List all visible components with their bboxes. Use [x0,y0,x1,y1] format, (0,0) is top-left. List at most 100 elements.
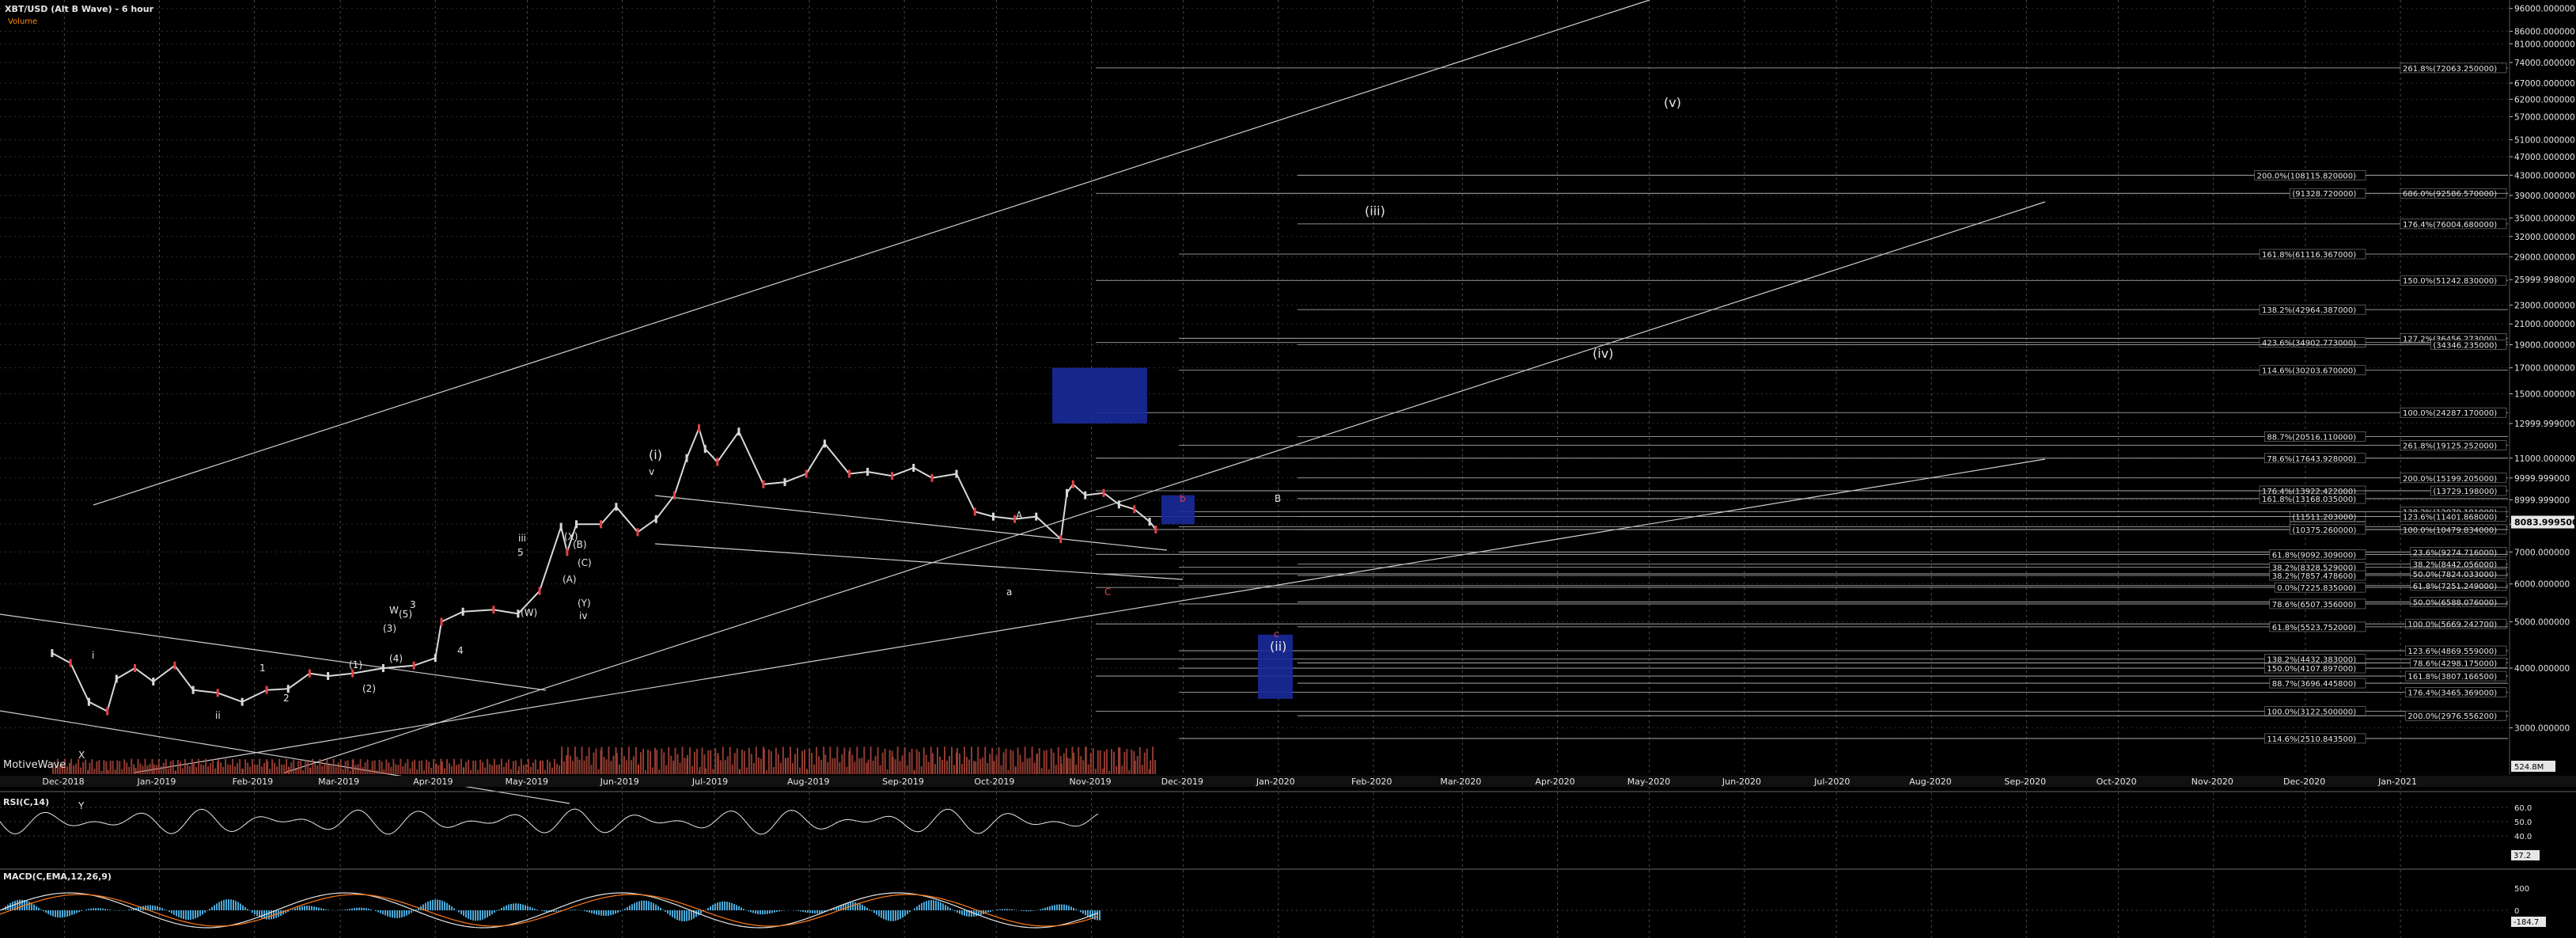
volume-bar [841,754,843,774]
time-axis-label: Dec-2020 [2283,777,2325,787]
volume-bar [993,761,995,774]
macd-histogram-bar [26,900,28,910]
time-axis-label: Feb-2020 [1351,777,1392,787]
volume-bar [922,747,925,774]
macd-histogram-bar [470,910,472,920]
volume-bar [640,752,642,774]
macd-histogram-bar [237,902,239,910]
volume-bar [512,761,514,774]
volume-bar [1014,766,1017,774]
macd-histogram-bar [762,910,763,915]
price-candle [1084,491,1087,499]
macd-histogram-bar [78,910,80,913]
volume-bar [937,746,938,774]
macd-histogram-bar [987,910,989,913]
macd-histogram-bar [684,910,685,921]
fib-level-label: (13729.198000) [2433,488,2497,496]
price-axis-label: 74000.000000 [2514,59,2575,68]
fib-level-label: 61.8%(7251.249000) [2413,583,2497,591]
wave-label: ii [215,710,221,721]
price-axis-label: 29000.000000 [2514,253,2575,263]
volume-bar [866,762,868,774]
volume-bar [542,760,544,774]
motivewave-label: MotiveWave [3,759,66,771]
fib-level-label: 38.2%(7857.478600) [2272,572,2356,581]
time-axis[interactable]: Dec-2018 Jan-2019 Feb-2019 Mar-2019 Apr-2019… [0,776,2576,787]
fib-level-label: 78.6%(17643.928000) [2267,455,2356,464]
volume-bar [305,759,307,774]
volume-bar [638,765,639,774]
volume-bar [472,760,475,774]
macd-histogram-bar [774,910,775,913]
macd-histogram-bar [617,910,619,913]
volume-bar [1126,749,1128,774]
wave-label: v [649,466,654,477]
macd-histogram-bar [738,906,740,910]
macd-histogram-bar [439,899,441,910]
volume-bar [877,746,879,774]
volume-bar [342,769,344,774]
last-price-label: 8083.999500 [2514,518,2576,528]
volume-bar [1010,750,1012,774]
macd-histogram-bar [380,910,381,913]
volume-bar [364,762,366,774]
macd-histogram-bar [1030,910,1032,912]
volume-bar [321,765,324,774]
macd-histogram-bar [66,910,68,917]
volume-bar [1108,770,1110,774]
volume-bar [544,769,546,774]
macd-histogram-bar [736,905,737,910]
macd-histogram-bar [199,910,201,917]
volume-bar [623,756,625,774]
volume-bar [214,768,217,774]
macd-histogram-bar [47,910,49,914]
macd-histogram-bar [453,908,455,910]
macd-histogram-bar [38,907,40,910]
wave-label: B [1275,493,1281,504]
volume-bar [409,768,411,774]
macd-histogram-bar [313,906,315,910]
volume-bar [712,769,714,774]
volume-bar [210,762,212,774]
volume-bar [1104,751,1105,774]
macd-histogram-bar [553,910,555,913]
macd-histogram-bar [479,910,481,921]
volume-bar [681,746,684,774]
volume-bar [901,755,903,774]
volume-bar [532,762,534,774]
volume-bar [142,765,144,774]
volume-bar [419,761,421,774]
macd-histogram-bar [90,908,92,910]
macd-histogram-bar [726,902,728,910]
macd-histogram-bar [926,901,927,910]
macd-histogram-bar [871,910,873,912]
wave-label: (2) [362,683,376,694]
volume-bar [354,765,357,774]
volume-bar [151,758,153,774]
macd-histogram-bar [43,910,44,912]
volume-bar [1113,751,1115,774]
macd-histogram-bar [256,910,258,917]
fib-level-label: 50.0%(6588.076000) [2413,599,2497,608]
volume-bar [300,760,302,774]
volume-bar [772,767,775,774]
fib-level-label: 78.6%(6507.356000) [2272,601,2356,610]
volume-bar [995,755,998,774]
macd-histogram-bar [1025,910,1027,912]
fib-level-label: 88.7%(20516.110000) [2267,434,2356,442]
macd-histogram-bar [506,905,507,910]
volume-bar [949,755,950,774]
volume-bar [290,762,293,774]
fib-level-label: 261.8%(19125.252000) [2403,442,2497,451]
volume-bar [1136,755,1138,774]
macd-histogram-bar [157,906,158,910]
volume-bar [982,757,984,774]
volume-bar [726,756,729,774]
volume-bar [968,759,970,774]
volume-bar [658,769,661,774]
macd-histogram-bar [233,899,234,910]
price-axis-label: 35000.000000 [2514,214,2575,223]
volume-bar [242,769,244,774]
macd-histogram-bar [104,909,106,910]
volume-bar [1123,752,1126,774]
